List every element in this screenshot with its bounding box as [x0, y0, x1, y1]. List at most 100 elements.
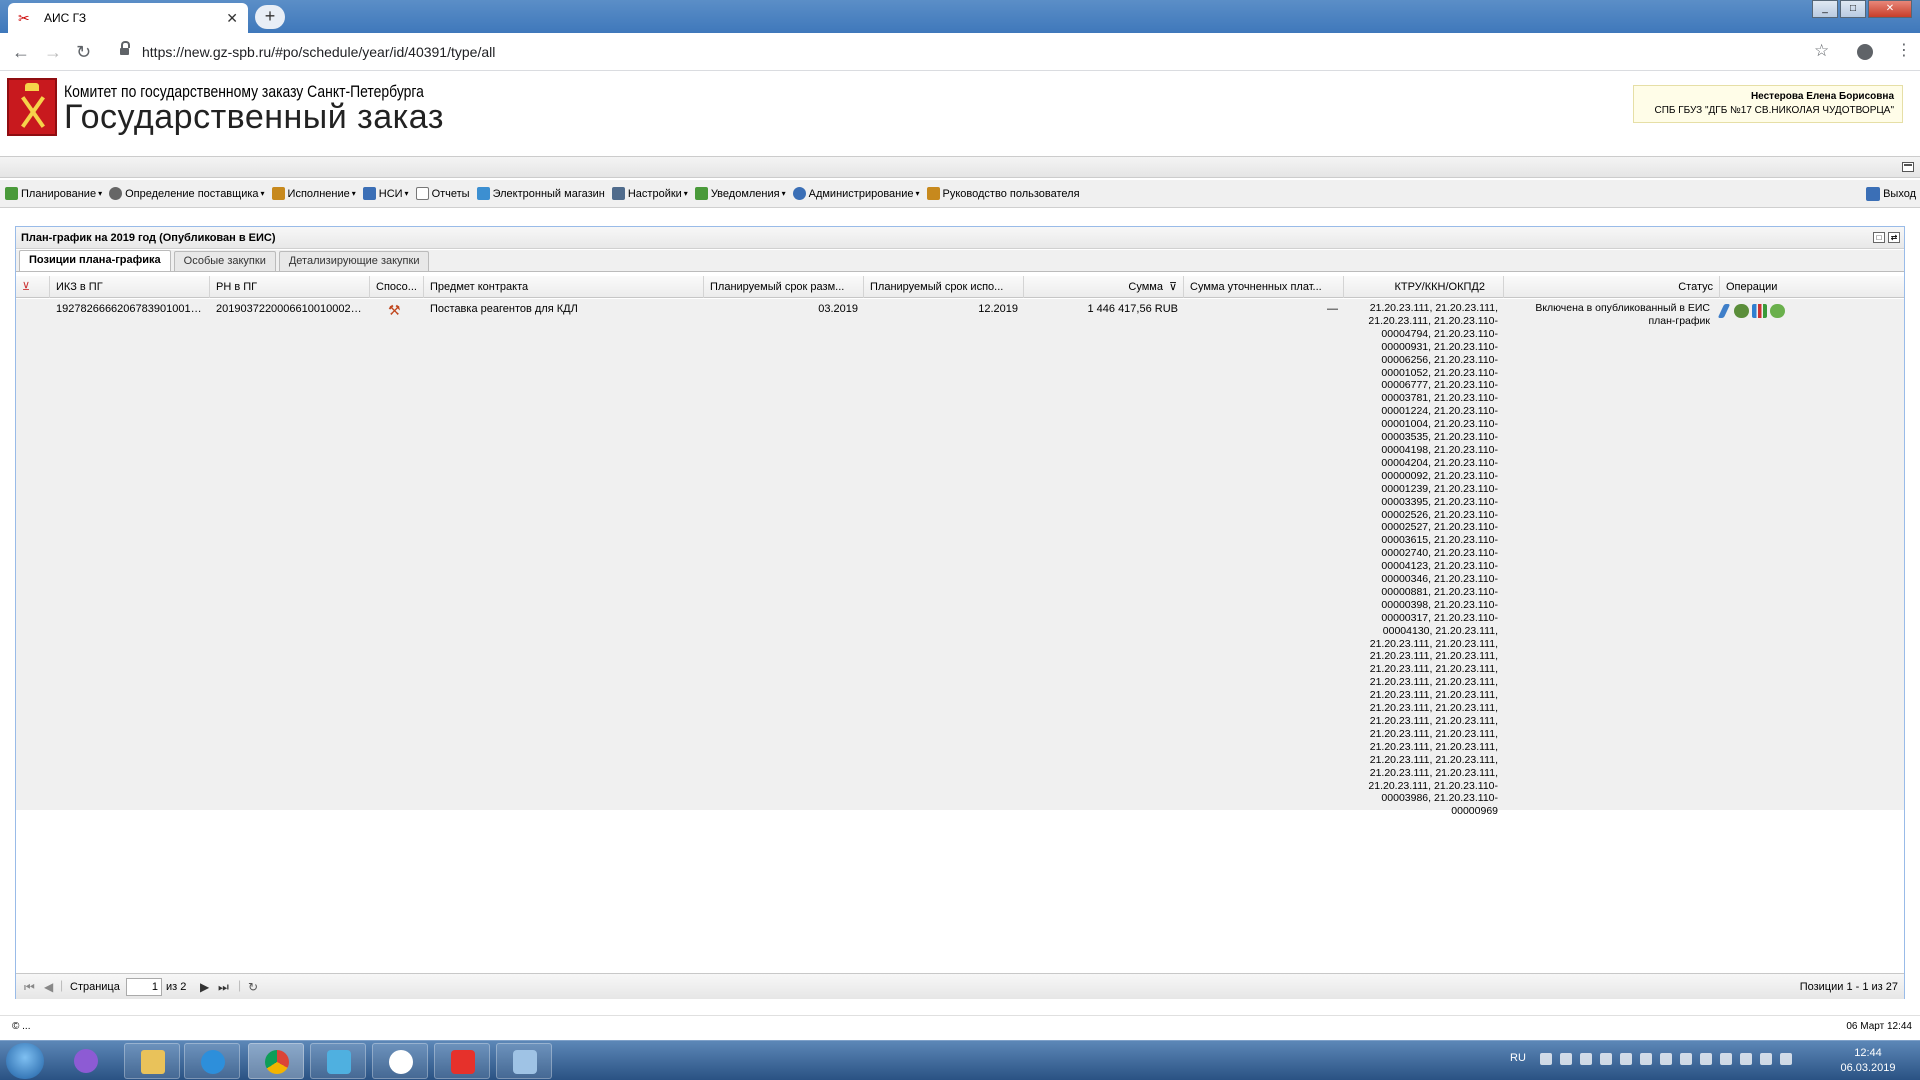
refresh-panel-icon[interactable]: ⇄ — [1888, 232, 1900, 243]
user-info[interactable]: Нестерова Елена Борисовна СПБ ГБУЗ "ДГБ … — [1633, 85, 1903, 123]
menu-planning[interactable]: Планирование ▾ — [5, 187, 102, 200]
page-number-input[interactable]: 1 — [126, 978, 162, 996]
forward-arrow-icon[interactable]: → — [44, 42, 62, 63]
tray-icon[interactable] — [1580, 1053, 1592, 1065]
ktru-line: 21.20.23.111, 21.20.23.111, — [1369, 637, 1498, 650]
menu-administration[interactable]: Администрирование ▾ — [792, 187, 920, 200]
menu-reports[interactable]: Отчеты — [415, 187, 470, 200]
chart-icon[interactable] — [1752, 304, 1767, 318]
tab-special-purchases[interactable]: Особые закупки — [173, 251, 276, 271]
tray-icon[interactable] — [1560, 1053, 1572, 1065]
prev-page-icon[interactable]: ◀ — [44, 980, 53, 994]
tray-icon[interactable] — [1620, 1053, 1632, 1065]
col-plan-place[interactable]: Планируемый срок разм... — [704, 276, 864, 298]
taskbar-yandex-browser[interactable] — [372, 1043, 428, 1079]
menu-user-manual[interactable]: Руководство пользователя — [926, 187, 1080, 200]
bookmark-star-icon[interactable]: ☆ — [1814, 41, 1829, 61]
tray-icon[interactable] — [1600, 1053, 1612, 1065]
manual-icon — [926, 187, 940, 200]
close-window-icon[interactable]: ✕ — [1868, 0, 1912, 18]
filter-clear-icon[interactable]: ⊻ — [16, 276, 50, 298]
tray-icon[interactable] — [1760, 1053, 1772, 1065]
ktru-line: 00000398, 21.20.23.110- — [1381, 598, 1498, 611]
volume-icon[interactable] — [1780, 1053, 1792, 1065]
dropdown-arrow-icon: ▾ — [260, 189, 265, 198]
ktru-line: 00000317, 21.20.23.110- — [1381, 611, 1498, 624]
ktru-line: 00006256, 21.20.23.110- — [1381, 353, 1498, 366]
new-tab-button[interactable]: + — [255, 5, 285, 29]
col-ikz[interactable]: ИКЗ в ПГ — [50, 276, 210, 298]
menu-e-shop[interactable]: Электронный магазин — [476, 187, 605, 200]
cell-status: Включена в опубликованный в ЕИС план-гра… — [1535, 302, 1710, 327]
account-icon[interactable] — [1857, 44, 1873, 60]
next-page-icon[interactable]: ▶ — [200, 980, 209, 994]
maximize-panel-icon[interactable]: □ — [1873, 232, 1885, 243]
main-menu: Планирование ▾ Определение поставщика ▾ Ис… — [0, 180, 1920, 208]
ktru-line: 00000092, 21.20.23.110- — [1381, 469, 1498, 482]
tray-icon[interactable] — [1680, 1053, 1692, 1065]
url-input[interactable]: https://new.gz-spb.ru/#po/schedule/year/… — [142, 40, 1842, 64]
language-indicator[interactable]: RU — [1510, 1052, 1526, 1064]
dropdown-arrow-icon: ▾ — [351, 189, 356, 198]
tray-icon[interactable] — [1640, 1053, 1652, 1065]
first-page-icon[interactable]: ⏮ — [24, 980, 35, 995]
menu-execution[interactable]: Исполнение ▾ — [271, 187, 356, 200]
browser-menu-icon[interactable]: ⋮ — [1896, 40, 1912, 60]
book-icon — [362, 187, 376, 200]
col-sum-refined[interactable]: Сумма уточненных плат... — [1184, 276, 1344, 298]
menu-nsi[interactable]: НСИ ▾ — [362, 187, 409, 200]
col-plan-exec[interactable]: Планируемый срок испо... — [864, 276, 1024, 298]
filter-icon: ⊽ — [1168, 281, 1177, 293]
cart-icon — [476, 187, 490, 200]
taskbar-explorer[interactable] — [124, 1043, 180, 1079]
col-ktru[interactable]: КТРУ/ККН/ОКПД2 — [1344, 276, 1504, 298]
menu-settings[interactable]: Настройки ▾ — [611, 187, 688, 200]
cell-ktru: 21.20.23.111, 21.20.23.111, 21.20.23.111,… — [1344, 302, 1504, 818]
tab-schedule-positions[interactable]: Позиции плана-графика — [19, 250, 171, 271]
tray-icon[interactable] — [1740, 1053, 1752, 1065]
tray-icon[interactable] — [1540, 1053, 1552, 1065]
start-button[interactable] — [6, 1043, 44, 1079]
col-method[interactable]: Спосо... — [370, 276, 424, 298]
taskbar-chrome[interactable] — [248, 1043, 304, 1079]
menu-supplier-determination[interactable]: Определение поставщика ▾ — [109, 187, 265, 200]
procurement-method-icon: ⚒ — [388, 302, 401, 318]
reload-icon[interactable]: ↻ — [76, 42, 91, 63]
tab-detailing-purchases[interactable]: Детализирующие закупки — [278, 251, 430, 271]
maximize-icon[interactable]: □ — [1840, 0, 1866, 18]
taskbar-clock[interactable]: 12:44 06.03.2019 — [1838, 1046, 1898, 1076]
logout-button[interactable]: Выход — [1866, 187, 1916, 201]
ktru-line: 00006777, 21.20.23.110- — [1381, 379, 1498, 392]
col-status[interactable]: Статус — [1504, 276, 1720, 298]
taskbar-yandex[interactable] — [434, 1043, 490, 1079]
col-rn[interactable]: РН в ПГ — [210, 276, 370, 298]
site-favicon-icon: ✂ — [18, 10, 30, 26]
approve-icon[interactable] — [1770, 304, 1785, 318]
dropdown-arrow-icon: ▾ — [683, 189, 688, 198]
browser-tab[interactable]: ✂ АИС ГЗ ✕ — [8, 3, 248, 33]
panel-tools: □ ⇄ — [1870, 232, 1900, 243]
refresh-icon[interactable]: ↻ — [248, 980, 258, 994]
col-operations[interactable]: Операции — [1720, 276, 1900, 298]
minimize-icon[interactable]: _ — [1812, 0, 1838, 18]
last-page-icon[interactable]: ⏭ — [218, 980, 229, 995]
col-subject[interactable]: Предмет контракта — [424, 276, 704, 298]
app-title: Государственный заказ — [64, 98, 444, 136]
ktru-line: 21.20.23.111, 21.20.23.111, — [1369, 715, 1498, 727]
settings-gear-icon[interactable] — [1734, 304, 1749, 318]
tray-icon[interactable] — [1720, 1053, 1732, 1065]
taskbar-assistant[interactable] — [58, 1043, 114, 1079]
back-arrow-icon[interactable]: ← — [12, 42, 30, 63]
tray-icon[interactable] — [1660, 1053, 1672, 1065]
tray-icon[interactable] — [1700, 1053, 1712, 1065]
close-tab-icon[interactable]: ✕ — [226, 10, 238, 27]
gear-icon — [109, 187, 123, 200]
collapse-header-icon[interactable] — [1902, 162, 1914, 172]
menu-notifications[interactable]: Уведомления ▾ — [694, 187, 786, 200]
col-sum[interactable]: Сумма ⊽ — [1024, 276, 1184, 298]
table-row[interactable]: 192782666620678390100100.... 20190372200… — [16, 299, 1904, 817]
taskbar-app[interactable] — [310, 1043, 366, 1079]
edit-pencil-icon[interactable] — [1717, 304, 1731, 318]
taskbar-paint[interactable] — [496, 1043, 552, 1079]
taskbar-ie[interactable] — [184, 1043, 240, 1079]
